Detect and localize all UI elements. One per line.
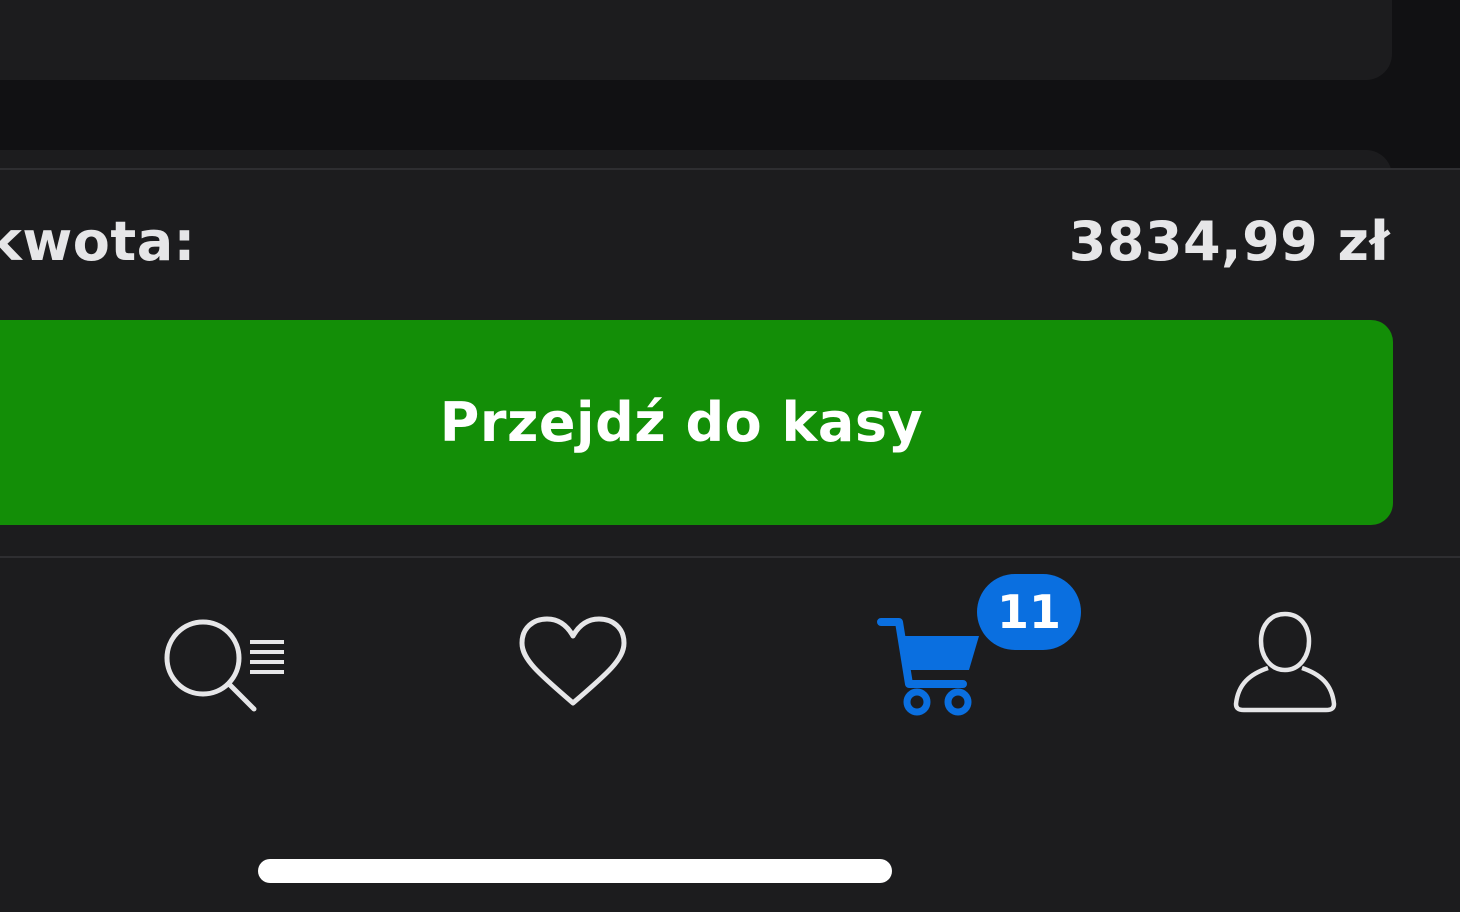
cart-count-badge: 11 bbox=[977, 574, 1081, 650]
home-indicator[interactable] bbox=[258, 859, 892, 883]
cart-icon bbox=[875, 608, 985, 718]
user-icon bbox=[1230, 608, 1340, 718]
tab-favorites[interactable] bbox=[493, 598, 653, 728]
checkout-summary-panel: kwota: 3834,99 zł Przejdź do kasy bbox=[0, 168, 1460, 558]
bottom-tab-bar: 11 bbox=[0, 556, 1460, 912]
total-amount-label: kwota: bbox=[0, 210, 196, 273]
tab-search[interactable] bbox=[142, 598, 302, 728]
cart-item-card[interactable] bbox=[0, 0, 1392, 80]
total-amount-value: 3834,99 zł bbox=[1068, 210, 1390, 273]
screen: kwota: 3834,99 zł Przejdź do kasy 11 bbox=[0, 0, 1460, 912]
checkout-button-label: Przejdź do kasy bbox=[439, 391, 924, 454]
heart-icon bbox=[518, 615, 628, 711]
tab-account[interactable] bbox=[1205, 598, 1365, 728]
search-list-icon bbox=[152, 608, 292, 718]
checkout-button[interactable]: Przejdź do kasy bbox=[0, 320, 1393, 525]
tab-cart[interactable]: 11 bbox=[850, 574, 1081, 728]
